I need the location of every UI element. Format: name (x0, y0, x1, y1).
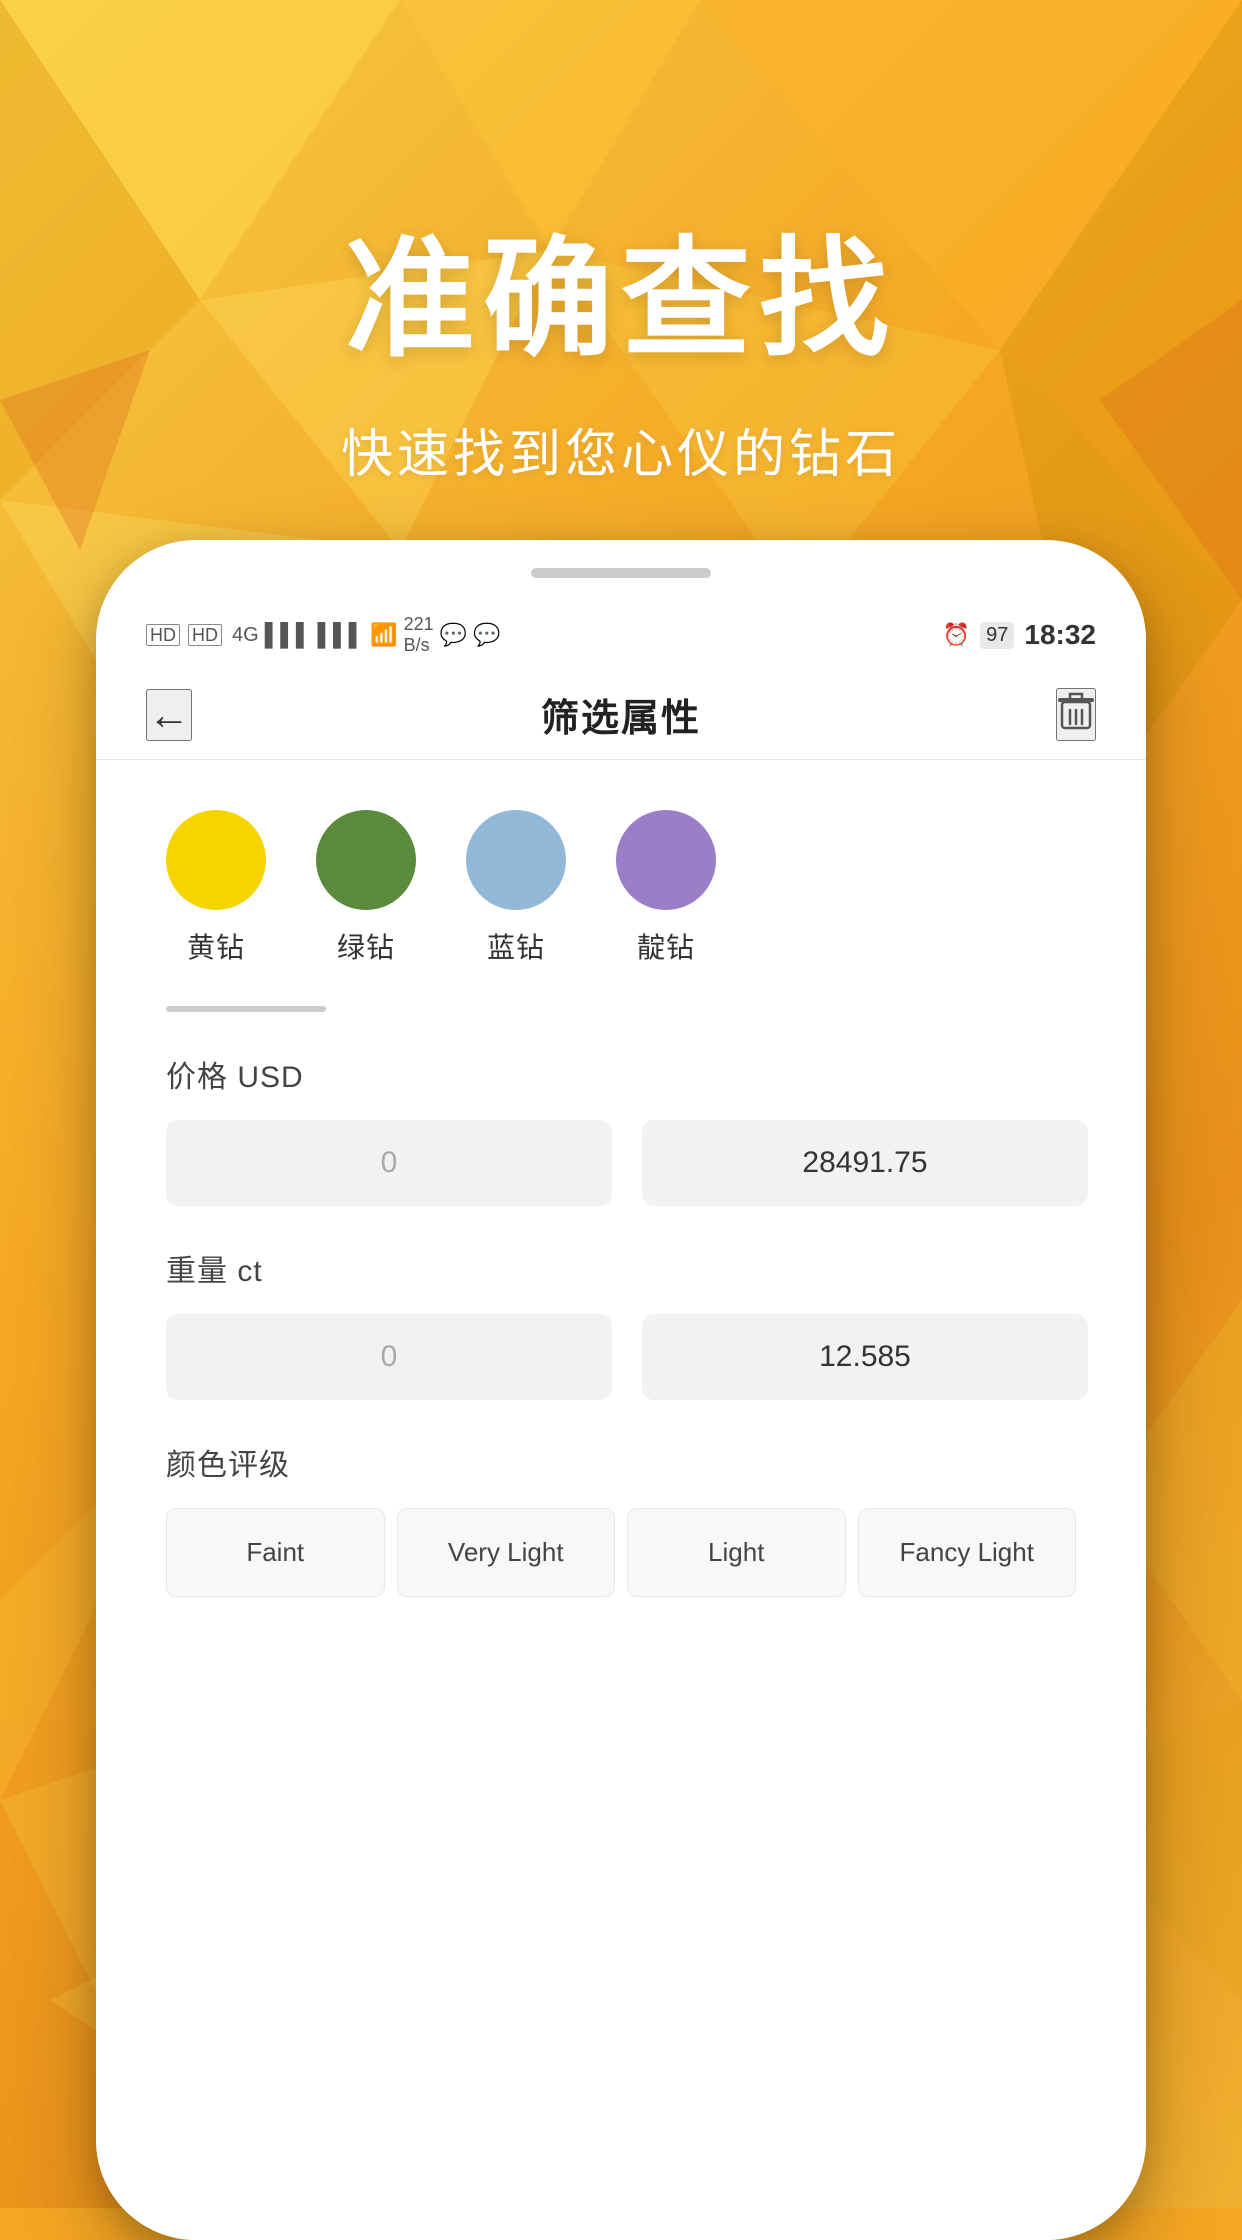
diamond-item-green[interactable]: 绿钻 (316, 810, 416, 966)
4g-icon: 4G (232, 624, 259, 647)
color-rating-label-fancy-light: Fancy Light (900, 1537, 1034, 1567)
color-rating-faint[interactable]: Faint (166, 1508, 385, 1597)
diamond-circle-green (316, 810, 416, 910)
color-rating-label-very-light: Very Light (448, 1537, 564, 1567)
phone-shell: HD HD 4G ▌▌▌ ▌▌▌ 📶 221B/s 💬 💬 ⏰ 97 18:32… (96, 540, 1146, 2240)
color-rating-grid: Faint Very Light Light Fancy Light (166, 1508, 1076, 1597)
nav-header: ← 筛选属性 (96, 670, 1146, 760)
diamond-item-purple[interactable]: 靛钻 (616, 810, 716, 966)
signal-bars: ▌▌▌ (265, 622, 312, 648)
weight-min-input[interactable] (166, 1314, 612, 1400)
time-display: 18:32 (1024, 619, 1096, 651)
hero-subtitle: 快速找到您心仪的钻石 (341, 412, 901, 487)
color-rating-label-faint: Faint (246, 1537, 304, 1567)
weight-section: 重量 ct (146, 1206, 1096, 1400)
hd-icon2: HD (188, 624, 222, 646)
color-rating-label-light: Light (708, 1537, 764, 1567)
phone-mockup: HD HD 4G ▌▌▌ ▌▌▌ 📶 221B/s 💬 💬 ⏰ 97 18:32… (96, 540, 1146, 2240)
message-icon: 💬 (440, 622, 467, 648)
color-rating-very-light[interactable]: Very Light (397, 1508, 616, 1597)
status-left: HD HD 4G ▌▌▌ ▌▌▌ 📶 221B/s 💬 💬 (146, 614, 500, 656)
diamond-circle-yellow (166, 810, 266, 910)
price-max-input[interactable] (642, 1120, 1088, 1206)
wechat-icon: 💬 (473, 622, 500, 648)
speed-text: 221B/s (404, 614, 434, 656)
diamond-circle-purple (616, 810, 716, 910)
signal-bars2: ▌▌▌ (317, 622, 364, 648)
color-rating-fancy-light[interactable]: Fancy Light (858, 1508, 1077, 1597)
price-section-title: 价格 USD (166, 1052, 1076, 1096)
trash-icon (1058, 697, 1094, 738)
status-bar: HD HD 4G ▌▌▌ ▌▌▌ 📶 221B/s 💬 💬 ⏰ 97 18:32 (96, 600, 1146, 670)
weight-max-input[interactable] (642, 1314, 1088, 1400)
hero-section: 准确查找 快速找到您心仪的钻石 (0, 0, 1242, 620)
diamond-label-blue: 蓝钻 (487, 926, 545, 966)
diamond-circle-blue (466, 810, 566, 910)
price-section: 价格 USD (146, 1012, 1096, 1206)
weight-range-inputs (166, 1314, 1076, 1400)
content-area: 黄钻 绿钻 蓝钻 靛钻 (96, 760, 1146, 2240)
phone-notch (531, 568, 711, 578)
color-rating-section: 颜色评级 Faint Very Light Light Fancy Light (146, 1400, 1096, 1597)
back-button[interactable]: ← (146, 689, 192, 741)
alarm-icon: ⏰ (943, 622, 970, 648)
nav-title: 筛选属性 (541, 687, 701, 742)
diamond-label-purple: 靛钻 (637, 926, 695, 966)
diamond-label-yellow: 黄钻 (187, 926, 245, 966)
battery-level: 97 (980, 622, 1014, 649)
diamond-item-yellow[interactable]: 黄钻 (166, 810, 266, 966)
diamond-item-blue[interactable]: 蓝钻 (466, 810, 566, 966)
color-rating-light[interactable]: Light (627, 1508, 846, 1597)
diamond-type-selector: 黄钻 绿钻 蓝钻 靛钻 (146, 760, 1096, 996)
hero-title: 准确查找 (345, 194, 897, 382)
price-min-input[interactable] (166, 1120, 612, 1206)
trash-button[interactable] (1056, 688, 1096, 741)
back-arrow-icon: ← (148, 691, 190, 739)
color-rating-title: 颜色评级 (166, 1440, 1076, 1484)
hd-icon: HD (146, 624, 180, 646)
status-right: ⏰ 97 18:32 (943, 619, 1096, 651)
diamond-label-green: 绿钻 (337, 926, 395, 966)
price-range-inputs (166, 1120, 1076, 1206)
wifi-icon: 📶 (370, 622, 397, 648)
weight-section-title: 重量 ct (166, 1246, 1076, 1290)
